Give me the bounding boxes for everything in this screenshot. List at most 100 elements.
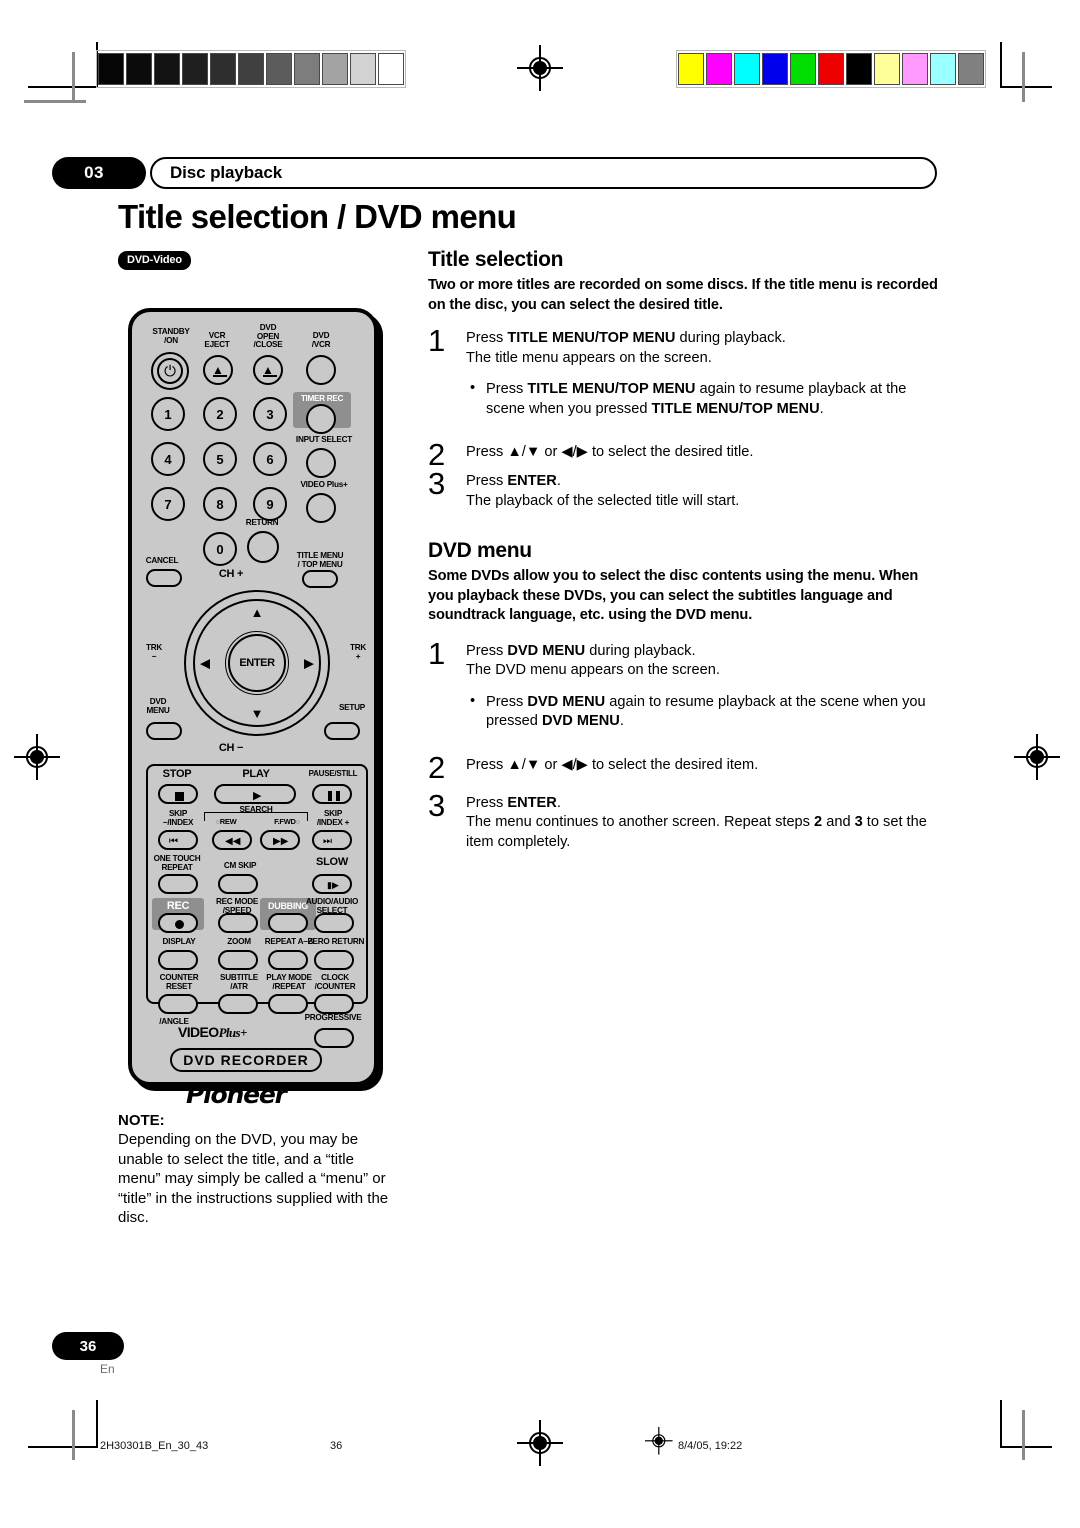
standby-on-label: STANDBY /ON [152, 327, 190, 345]
number-label: 7 [164, 496, 172, 512]
progressive-button[interactable] [314, 1028, 354, 1048]
color-swatch [902, 53, 928, 85]
play-mode-repeat-button[interactable] [268, 994, 308, 1014]
pause-still-button[interactable] [312, 784, 352, 804]
rew-button[interactable]: ◀◀ [212, 830, 252, 850]
navigation-dpad[interactable]: ▲ ▼ ◀ ▶ ENTER [184, 590, 330, 736]
crop-mark-top-right-v2 [1022, 52, 1025, 102]
skip-index-plus-button[interactable]: ⏭ [312, 830, 352, 850]
grayscale-swatch [266, 53, 292, 85]
number-button-8[interactable]: 8 [203, 487, 237, 521]
number-button-6[interactable]: 6 [253, 442, 287, 476]
number-button-0[interactable]: 0 [203, 532, 237, 566]
timer-rec-button[interactable] [306, 404, 336, 434]
left-column: DVD-Video [118, 250, 408, 270]
display-label: DISPLAY [162, 937, 196, 946]
zero-return-label: ZERO RETURN [307, 937, 365, 946]
return-button[interactable] [247, 531, 279, 563]
cm-skip-label: CM SKIP [223, 861, 257, 870]
slow-button[interactable]: ▮▶ [312, 874, 352, 894]
input-select-button[interactable] [306, 448, 336, 478]
dvd-vcr-button[interactable] [306, 355, 336, 385]
arrow-down-icon[interactable]: ▼ [251, 707, 264, 720]
number-button-5[interactable]: 5 [203, 442, 237, 476]
skip-index-minus-button[interactable]: ⏮ [158, 830, 198, 850]
setup-label: SETUP [338, 703, 366, 712]
crop-mark-bottom-left-v2 [72, 1410, 75, 1460]
section-lead-title-selection: Two or more titles are recorded on some … [428, 277, 938, 313]
zero-return-button[interactable] [314, 950, 354, 970]
counter-reset-label: COUNTER RESET [159, 973, 199, 991]
title-menu-button[interactable] [302, 570, 338, 588]
number-button-2[interactable]: 2 [203, 397, 237, 431]
ffwd-button[interactable]: ▶▶ [260, 830, 300, 850]
arrow-right-icon[interactable]: ▶ [304, 657, 314, 670]
grayscale-swatch [126, 53, 152, 85]
grayscale-swatch [350, 53, 376, 85]
arrow-left-icon[interactable]: ◀ [200, 657, 210, 670]
color-swatch [958, 53, 984, 85]
registration-mark-left [14, 734, 60, 780]
video-plus-button[interactable] [306, 493, 336, 523]
number-button-7[interactable]: 7 [151, 487, 185, 521]
step-detail: The DVD menu appears on the screen. [466, 662, 720, 679]
standby-on-button[interactable]: ⏻ [151, 352, 189, 390]
cm-skip-button[interactable] [218, 874, 258, 894]
dubbing-button[interactable] [268, 913, 308, 933]
display-button[interactable] [158, 950, 198, 970]
page-number-badge: 36 [52, 1332, 124, 1360]
zoom-label: ZOOM [227, 937, 251, 946]
audio-select-button[interactable] [314, 913, 354, 933]
step-3-dvd-menu: 3 Press ENTER. The menu continues to ano… [428, 788, 940, 853]
number-label: 0 [216, 541, 224, 557]
play-label: PLAY [242, 768, 270, 780]
number-button-3[interactable]: 3 [253, 397, 287, 431]
dvd-vcr-label: DVD /VCR [311, 331, 331, 349]
repeat-ab-button[interactable] [268, 950, 308, 970]
rec-button[interactable] [158, 913, 198, 933]
vcr-eject-button[interactable]: ▲ [203, 355, 233, 385]
subtitle-atr-button[interactable] [218, 994, 258, 1014]
setup-button[interactable] [324, 722, 360, 740]
stop-button[interactable] [158, 784, 198, 804]
step-2-dvd-menu: 2 Press ▲/▼ or ◀/▶ to select the desired… [428, 750, 940, 785]
dvd-open-close-button[interactable]: ▲ [253, 355, 283, 385]
number-button-4[interactable]: 4 [151, 442, 185, 476]
color-swatch [818, 53, 844, 85]
rec-mode-speed-button[interactable] [218, 913, 258, 933]
step-2-title-selection: 2 Press ▲/▼ or ◀/▶ to select the desired… [428, 437, 940, 472]
enter-button[interactable]: ENTER [225, 631, 289, 695]
cancel-button[interactable] [146, 569, 182, 587]
one-touch-repeat-button[interactable] [158, 874, 198, 894]
trk-minus-label: TRK − [145, 643, 163, 661]
slow-label: SLOW [316, 856, 348, 868]
step-detail: The title menu appears on the screen. [466, 349, 712, 366]
play-button[interactable]: ▶ [214, 784, 296, 804]
arrow-up-icon[interactable]: ▲ [251, 606, 264, 619]
dvd-menu-button[interactable] [146, 722, 182, 740]
number-button-9[interactable]: 9 [253, 487, 287, 521]
crop-mark-top-left-v2 [72, 52, 75, 102]
video-plus-label: VIDEO Plus+ [300, 480, 348, 489]
step-number: 3 [428, 787, 446, 823]
counter-reset-button[interactable] [158, 994, 198, 1014]
vcr-eject-label: VCR EJECT [204, 331, 230, 349]
registration-mark-bottom-center [517, 1420, 563, 1466]
grayscale-swatch [238, 53, 264, 85]
color-swatch [706, 53, 732, 85]
step-bullet: Press DVD MENU again to resume playback … [466, 692, 940, 732]
clock-counter-label: CLOCK /COUNTER [314, 973, 356, 991]
clock-counter-button[interactable] [314, 994, 354, 1014]
number-button-1[interactable]: 1 [151, 397, 185, 431]
crop-mark-bottom-right-h [1000, 1446, 1052, 1448]
chapter-number: 03 [52, 157, 146, 189]
zoom-button[interactable] [218, 950, 258, 970]
registration-mark-top-center [517, 45, 563, 91]
page-language: En [100, 1362, 115, 1376]
grayscale-bar-strip [96, 50, 406, 88]
input-select-label: INPUT SELECT [295, 435, 353, 444]
step-number: 1 [428, 323, 446, 358]
step-number: 2 [428, 750, 446, 786]
footer-timestamp: 8/4/05, 19:22 [678, 1440, 743, 1452]
dvd-open-close-label: DVD OPEN /CLOSE [253, 323, 283, 350]
